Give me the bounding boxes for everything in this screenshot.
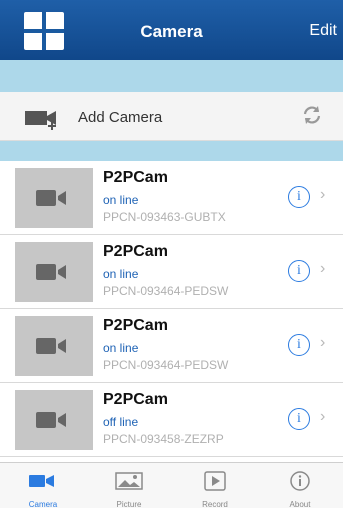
- camera-status: on line: [103, 193, 139, 207]
- chevron-right-icon[interactable]: ›: [320, 408, 325, 426]
- camera-name: P2PCam: [103, 391, 168, 408]
- play-icon: [204, 471, 226, 491]
- tab-picture[interactable]: Picture: [86, 463, 172, 508]
- camera-name: P2PCam: [103, 317, 168, 334]
- tab-bar: Camera Picture Record About: [0, 462, 343, 508]
- tab-camera[interactable]: Camera: [0, 463, 86, 508]
- camera-row[interactable]: P2PCam on line PPCN-093464-PEDSW i ›: [0, 235, 343, 309]
- info-icon[interactable]: i: [288, 334, 310, 356]
- page-title: Camera: [140, 22, 203, 41]
- camera-id: PPCN-093464-PEDSW: [103, 284, 229, 298]
- camera-id: PPCN-093458-ZEZRP: [103, 432, 224, 446]
- chevron-right-icon[interactable]: ›: [320, 334, 325, 352]
- chevron-right-icon[interactable]: ›: [320, 186, 325, 204]
- tab-record[interactable]: Record: [172, 463, 258, 508]
- camera-id: PPCN-093463-GUBTX: [103, 210, 226, 224]
- tab-label: Record: [202, 500, 228, 508]
- video-camera-icon: [36, 338, 66, 354]
- video-camera-icon: [36, 264, 66, 280]
- refresh-icon[interactable]: [301, 104, 323, 126]
- camera-id: PPCN-093464-PEDSW: [103, 358, 229, 372]
- info-icon[interactable]: i: [288, 408, 310, 430]
- camera-list: P2PCam on line PPCN-093463-GUBTX i › P2P…: [0, 161, 343, 457]
- edit-button[interactable]: Edit: [309, 22, 337, 40]
- video-camera-icon: [29, 475, 54, 487]
- list-band: [0, 141, 343, 161]
- tab-about[interactable]: About: [257, 463, 343, 508]
- camera-thumbnail: [15, 316, 93, 376]
- camera-thumbnail: [15, 242, 93, 302]
- add-camera-label: Add Camera: [78, 109, 163, 126]
- camera-status: on line: [103, 267, 139, 281]
- tab-label: About: [289, 500, 311, 508]
- navigation-bar: Camera Edit: [0, 0, 343, 60]
- info-icon[interactable]: i: [288, 260, 310, 282]
- video-camera-icon: [36, 412, 66, 428]
- info-icon: [290, 471, 310, 491]
- camera-row[interactable]: P2PCam on line PPCN-093464-PEDSW i ›: [0, 309, 343, 383]
- picture-icon: [115, 472, 143, 490]
- add-camera-row[interactable]: Add Camera: [0, 92, 343, 141]
- camera-status: on line: [103, 341, 139, 355]
- camera-status: off line: [103, 415, 139, 429]
- video-camera-icon: [36, 190, 66, 206]
- camera-name: P2PCam: [103, 169, 168, 186]
- camera-row[interactable]: P2PCam off line PPCN-093458-ZEZRP i ›: [0, 383, 343, 457]
- header-band: [0, 60, 343, 92]
- tab-label: Picture: [116, 500, 142, 508]
- info-icon[interactable]: i: [288, 186, 310, 208]
- camera-row[interactable]: P2PCam on line PPCN-093463-GUBTX i ›: [0, 161, 343, 235]
- chevron-right-icon[interactable]: ›: [320, 260, 325, 278]
- tab-label: Camera: [28, 500, 58, 508]
- camera-plus-icon: [25, 111, 56, 130]
- camera-thumbnail: [15, 390, 93, 450]
- camera-thumbnail: [15, 168, 93, 228]
- camera-name: P2PCam: [103, 243, 168, 260]
